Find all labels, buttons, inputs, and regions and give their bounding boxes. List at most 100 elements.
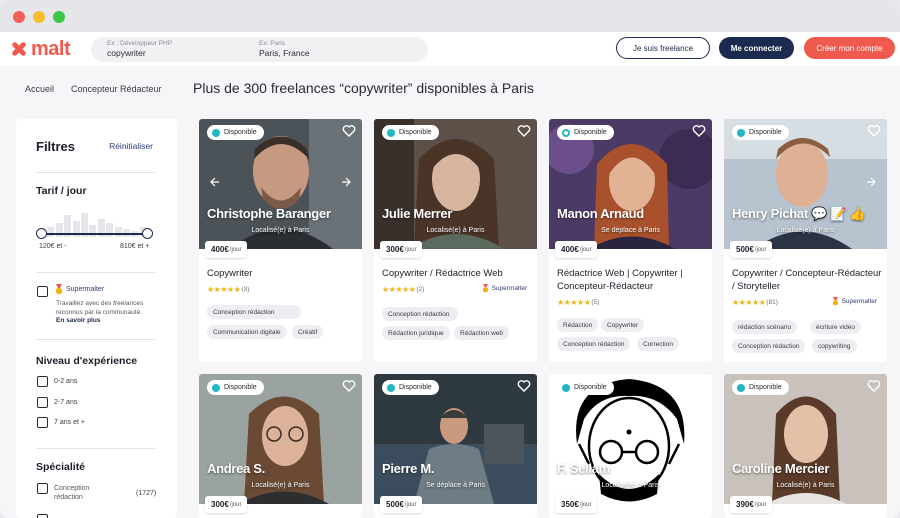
specialty-count: (1727) — [136, 490, 157, 497]
job-search-label: Ex : Développeur PHP — [107, 40, 173, 47]
reset-filters-link[interactable]: Réinitialiser — [109, 141, 153, 151]
freelancer-card[interactable]: Disponible Christophe Baranger Localisé(… — [199, 119, 362, 362]
histogram-bar — [47, 227, 55, 237]
freelancer-card[interactable]: Disponible Manon Arnaud Se déplace à Par… — [549, 119, 712, 362]
freelancer-card[interactable]: Disponible Andrea S. Localisé(e) à Paris… — [199, 374, 362, 518]
previous-photo-arrow-icon[interactable] — [208, 176, 220, 188]
freelancer-name: F. Sellam — [557, 461, 610, 476]
skill-tag[interactable]: Conception rédaction — [382, 307, 458, 321]
skill-tag[interactable]: rédaction scénario — [732, 320, 798, 334]
rating: ★★★★★ (3) — [207, 285, 250, 294]
supermalter-medal-icon — [55, 284, 63, 295]
next-photo-arrow-icon[interactable] — [866, 176, 878, 188]
favorite-heart-icon[interactable] — [692, 379, 706, 393]
skill-tag[interactable]: Rédaction — [557, 318, 599, 332]
freelance-button[interactable]: Je suis freelance — [616, 37, 710, 59]
browser-window: malt Ex : Développeur PHP copywriter Ex:… — [0, 0, 900, 518]
freelancer-title: Copywriter / Concepteur-Rédacteur / Stor… — [732, 268, 882, 292]
experience-checkbox-2-7[interactable] — [37, 397, 48, 408]
experience-option-2-7[interactable]: 2-7 ans — [54, 399, 77, 406]
skill-tag[interactable]: Correction — [637, 337, 679, 351]
filters-title: Filtres — [36, 139, 76, 154]
freelancer-card[interactable]: Disponible Pierre M. Se déplace à Paris … — [374, 374, 537, 518]
favorite-heart-icon[interactable] — [517, 124, 531, 138]
freelancer-card[interactable]: Disponible Henry Pichat 💬 📝 👍 Localisé(e… — [724, 119, 887, 362]
freelancer-card[interactable]: Disponible F. Sellam Localisé(e) à Paris… — [549, 374, 712, 518]
favorite-heart-icon[interactable] — [517, 379, 531, 393]
skill-tag[interactable]: Conception rédaction — [732, 339, 806, 353]
skill-tag[interactable]: Rédaction juridique — [382, 326, 450, 340]
freelancer-location: Localisé(e) à Paris — [601, 482, 660, 489]
availability-badge: Disponible — [207, 125, 264, 140]
freelancer-title: Copywriter — [207, 268, 253, 279]
favorite-heart-icon[interactable] — [342, 124, 356, 138]
skill-tag[interactable]: copywriting — [812, 339, 857, 353]
filters-panel: Filtres Réinitialiser Tarif / jour 120€ … — [16, 119, 177, 518]
minimize-window-button[interactable] — [33, 11, 45, 23]
specialty-checkbox[interactable] — [37, 483, 48, 494]
daily-rate: 300€/jour — [205, 496, 248, 513]
favorite-heart-icon[interactable] — [692, 124, 706, 138]
login-button[interactable]: Me connecter — [719, 37, 794, 59]
search-bar[interactable]: Ex : Développeur PHP copywriter Ex: Pari… — [91, 37, 428, 62]
freelancer-card[interactable]: Disponible Caroline Mercier Localisé(e) … — [724, 374, 887, 518]
skill-tag[interactable]: Communication digitale — [207, 325, 287, 339]
signup-button[interactable]: Créer mon compte — [804, 37, 895, 59]
skill-tag[interactable]: Copywriter — [601, 318, 645, 332]
location-search-label: Ex: Paris — [259, 40, 286, 47]
experience-checkbox-0-2[interactable] — [37, 376, 48, 387]
skill-tag[interactable]: Conception rédaction — [207, 305, 301, 319]
job-search-input[interactable]: copywriter — [107, 48, 146, 58]
experience-checkbox-7-plus[interactable] — [37, 417, 48, 428]
favorite-heart-icon[interactable] — [342, 379, 356, 393]
skill-tag[interactable]: Créatif — [292, 325, 324, 339]
close-window-button[interactable] — [13, 11, 25, 23]
supermalter-badge: Supermalter — [482, 284, 527, 293]
malt-logo[interactable]: malt — [10, 37, 71, 60]
breadcrumb-category[interactable]: Concepteur Rédacteur — [71, 84, 162, 94]
freelancer-card[interactable]: Disponible Julie Merrer Localisé(e) à Pa… — [374, 119, 537, 362]
daily-rate: 300€/jour — [380, 241, 423, 258]
divider — [36, 448, 155, 449]
skill-tag[interactable]: Rédaction web — [454, 326, 509, 340]
skill-tag[interactable]: Conception rédaction — [557, 337, 631, 351]
freelancer-location: Localisé(e) à Paris — [776, 482, 835, 489]
divider — [36, 172, 155, 173]
rate-heading: Tarif / jour — [36, 185, 87, 197]
page-title: Plus de 300 freelances “copywriter” disp… — [193, 80, 534, 96]
histogram-bar — [89, 225, 97, 237]
specialty-option[interactable]: Conception rédaction — [54, 484, 114, 502]
experience-option-7-plus[interactable]: 7 ans et + — [54, 419, 85, 426]
divider — [36, 272, 155, 273]
availability-badge: Disponible — [382, 380, 439, 395]
supermalter-learn-more-link[interactable]: En savoir plus — [56, 317, 100, 324]
rate-min-handle[interactable] — [36, 228, 47, 239]
favorite-heart-icon[interactable] — [867, 124, 881, 138]
rating-stars-icon: ★★★★★ — [732, 298, 766, 307]
specialty-checkbox-next[interactable] — [37, 514, 48, 518]
logo-text: malt — [31, 37, 71, 60]
daily-rate: 500€/jour — [730, 241, 773, 258]
breadcrumb-home[interactable]: Accueil — [25, 84, 54, 94]
freelancer-location: Se déplace à Paris — [601, 227, 660, 234]
next-photo-arrow-icon[interactable] — [341, 176, 353, 188]
availability-badge: Disponible — [732, 380, 789, 395]
freelancer-name: Henry Pichat 💬 📝 👍 — [732, 206, 866, 221]
supermalter-checkbox[interactable] — [37, 286, 48, 297]
freelancer-location: Localisé(e) à Paris — [426, 227, 485, 234]
supermalter-badge: Supermalter — [832, 297, 877, 306]
rate-max-value: 810€ et + — [120, 243, 150, 250]
experience-heading: Niveau d'expérience — [36, 355, 138, 367]
skill-tag[interactable]: écriture vidéo — [810, 320, 862, 334]
freelancer-location: Localisé(e) à Paris — [251, 227, 310, 234]
location-search-input[interactable]: Paris, France — [259, 48, 310, 58]
experience-option-0-2[interactable]: 0-2 ans — [54, 378, 77, 385]
availability-badge: Disponible — [557, 380, 614, 395]
maximize-window-button[interactable] — [53, 11, 65, 23]
rate-slider-track[interactable] — [40, 233, 147, 235]
divider — [36, 339, 155, 340]
rate-max-handle[interactable] — [142, 228, 153, 239]
supermalter-medal-icon — [832, 297, 838, 306]
freelancer-name: Manon Arnaud — [557, 206, 644, 221]
favorite-heart-icon[interactable] — [867, 379, 881, 393]
